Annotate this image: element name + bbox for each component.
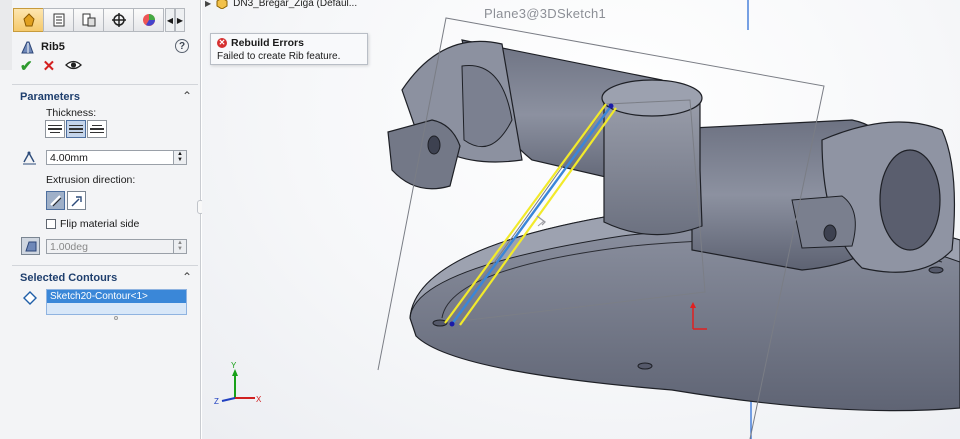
contour-list[interactable]: Sketch20-Contour<1>: [46, 289, 187, 315]
normal-direction-icon: [71, 195, 82, 206]
draft-icon: [24, 241, 36, 252]
tab-scroll-right-button[interactable]: ▶: [175, 8, 185, 32]
property-manager-tab[interactable]: [43, 8, 74, 32]
parallel-direction-icon: [49, 194, 61, 206]
eye-icon: [65, 60, 83, 70]
action-buttons: ✔ ✕: [20, 59, 83, 74]
thickness-dimension-icon: [21, 150, 39, 169]
parallel-to-sketch-button[interactable]: [46, 191, 65, 210]
rib-icon: [21, 41, 34, 53]
manager-tabs: ◀ ▶: [13, 8, 185, 32]
left-toolbar-strip: [0, 0, 12, 70]
model-canvas[interactable]: Y Z X: [202, 0, 960, 439]
draft-toggle-button[interactable]: [21, 237, 40, 255]
graphics-area[interactable]: ▶ DN3_Bregar_Ziga (Defaul... Plane3@3DSk…: [202, 0, 960, 439]
draft-spinner[interactable]: ▲ ▼: [173, 240, 186, 253]
preview-button[interactable]: [65, 59, 83, 74]
cancel-button[interactable]: ✕: [43, 59, 56, 74]
thickness-options: [45, 120, 108, 138]
divider: [12, 84, 198, 85]
contour-selection-icon: [22, 290, 38, 309]
right-pipe[interactable]: [691, 119, 956, 273]
feature-header: Rib5 ?: [20, 38, 195, 56]
dimxpert-icon: [111, 13, 126, 27]
triad-x-label: X: [256, 395, 262, 404]
flip-material-label: Flip material side: [60, 218, 140, 230]
thickness-value: 4.00mm: [50, 151, 88, 164]
parameters-collapse-icon[interactable]: ⌃: [182, 89, 192, 103]
triad-z-label: Z: [214, 397, 219, 406]
thickness-spinner[interactable]: ▲ ▼: [173, 151, 186, 164]
help-button[interactable]: ?: [175, 39, 189, 53]
property-manager: ◀ ▶ Rib5 ? ✔ ✕ Parameters ⌃ Thickness: 4…: [0, 0, 204, 439]
triad-y-label: Y: [231, 361, 237, 370]
second-side-thickness-button[interactable]: [87, 120, 107, 138]
normal-to-sketch-button[interactable]: [67, 191, 86, 210]
resize-handle[interactable]: [114, 316, 118, 320]
draft-angle-value: 1.00deg: [50, 240, 88, 253]
display-manager-icon: [142, 14, 155, 26]
first-side-thickness-button[interactable]: [45, 120, 65, 138]
display-manager-tab[interactable]: [133, 8, 164, 32]
property-manager-icon: [53, 13, 64, 27]
feature-manager-tab[interactable]: [13, 8, 44, 32]
dimxpert-tab[interactable]: [103, 8, 134, 32]
draft-angle-input[interactable]: 1.00deg ▲ ▼: [46, 239, 187, 254]
tab-scroll-left-button[interactable]: ◀: [165, 8, 175, 32]
contour-item[interactable]: Sketch20-Contour<1>: [47, 290, 186, 303]
both-sides-thickness-button[interactable]: [66, 120, 86, 138]
selected-contours-title: Selected Contours: [20, 272, 118, 284]
feature-manager-icon: [22, 13, 35, 27]
configuration-manager-icon: [82, 13, 95, 27]
thickness-input[interactable]: 4.00mm ▲ ▼: [46, 150, 187, 165]
ok-button[interactable]: ✔: [20, 59, 33, 74]
configuration-manager-tab[interactable]: [73, 8, 104, 32]
thickness-label: Thickness:: [46, 107, 97, 119]
coordinate-triad: Y Z X: [214, 361, 262, 406]
flip-material-checkbox[interactable]: [46, 219, 56, 229]
divider: [12, 265, 198, 266]
feature-name: Rib5: [41, 41, 65, 53]
extrusion-direction-label: Extrusion direction:: [46, 174, 136, 186]
contours-collapse-icon[interactable]: ⌃: [182, 270, 192, 284]
parameters-title: Parameters: [20, 91, 80, 103]
